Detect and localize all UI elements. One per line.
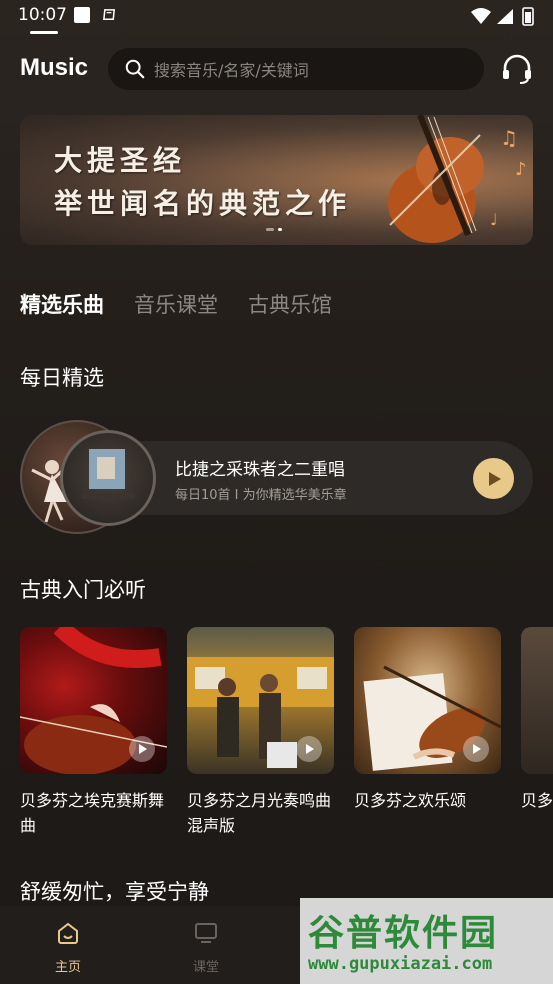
notification-icon bbox=[74, 7, 90, 23]
watermark-logo: 谷普软件园 www.gupuxiazai.com bbox=[300, 898, 553, 984]
play-icon bbox=[139, 744, 147, 754]
card-title: 贝多芬之埃克赛斯舞曲 bbox=[20, 791, 165, 835]
card-play-button[interactable] bbox=[129, 736, 155, 762]
card-image-street-band bbox=[187, 627, 334, 774]
nav-label-home: 主页 bbox=[54, 960, 81, 975]
svg-text:♪: ♪ bbox=[515, 159, 527, 180]
nav-label-classroom: 课堂 bbox=[192, 960, 219, 975]
card-play-button[interactable] bbox=[463, 736, 489, 762]
tab-music-class[interactable]: 音乐课堂 bbox=[134, 289, 218, 319]
active-tab-indicator bbox=[30, 31, 58, 34]
home-icon bbox=[58, 922, 78, 944]
cello-illustration: ♫ ♪ ♩ bbox=[388, 115, 527, 243]
card-image-violin-sheet bbox=[354, 627, 501, 774]
status-time: 10:07 bbox=[18, 5, 67, 25]
nav-item-classroom[interactable]: 课堂 bbox=[176, 920, 236, 975]
record-image bbox=[81, 449, 135, 499]
tab-classical-hall[interactable]: 古典乐馆 bbox=[248, 289, 332, 319]
card-image-partial bbox=[521, 627, 553, 774]
search-bar[interactable]: 搜索音乐/名家/关键词 bbox=[108, 48, 484, 90]
card-title: 贝多芬之乐第 bbox=[521, 791, 553, 810]
headset-icon[interactable] bbox=[500, 52, 534, 86]
classic-card[interactable]: 贝多芬之欢乐颂 bbox=[354, 627, 501, 813]
pagination-dot-active bbox=[278, 228, 282, 231]
classic-card[interactable]: 贝多芬之月光奏鸣曲混声版 bbox=[187, 627, 334, 838]
banner-title: 大提圣经 bbox=[54, 144, 187, 177]
daily-track-title: 比捷之采珠者之二重唱 bbox=[175, 460, 345, 480]
status-bar: 10:07 bbox=[0, 0, 553, 32]
play-icon bbox=[488, 471, 501, 486]
album-cover-record bbox=[60, 430, 156, 526]
section-title-classics: 古典入门必听 bbox=[20, 578, 146, 602]
classic-card-partial[interactable]: 贝多芬之乐第 bbox=[521, 627, 553, 813]
card-image-violin-red bbox=[20, 627, 167, 774]
classroom-icon bbox=[195, 923, 217, 943]
banner-pagination bbox=[266, 228, 282, 231]
signal-battery-icons bbox=[471, 7, 534, 26]
svg-text:♩: ♩ bbox=[490, 210, 498, 229]
tab-featured[interactable]: 精选乐曲 bbox=[20, 289, 104, 319]
pagination-dot bbox=[266, 228, 274, 231]
play-icon bbox=[473, 744, 481, 754]
daily-track-subtitle: 每日10首 I 为你精选华美乐章 bbox=[175, 488, 347, 503]
watermark-title: 谷普软件园 bbox=[308, 913, 499, 954]
section-title-relax: 舒缓匆忙，享受宁静 bbox=[20, 880, 209, 904]
classic-card[interactable]: 贝多芬之埃克赛斯舞曲 bbox=[20, 627, 167, 838]
svg-text:♫: ♫ bbox=[500, 126, 518, 150]
banner-subtitle: 举世闻名的典范之作 bbox=[54, 187, 352, 220]
search-placeholder: 搜索音乐/名家/关键词 bbox=[154, 61, 309, 80]
app-notification-icon bbox=[103, 9, 116, 20]
category-tabs: 精选乐曲 音乐课堂 古典乐馆 bbox=[20, 289, 362, 319]
daily-play-button[interactable] bbox=[473, 458, 514, 499]
promo-banner[interactable]: 大提圣经 举世闻名的典范之作 ♫ ♪ ♩ bbox=[20, 115, 533, 245]
search-icon bbox=[125, 59, 145, 79]
watermark-url: www.gupuxiazai.com bbox=[308, 954, 493, 974]
card-play-button[interactable] bbox=[296, 736, 322, 762]
card-title: 贝多芬之欢乐颂 bbox=[354, 791, 467, 810]
card-title: 贝多芬之月光奏鸣曲混声版 bbox=[187, 791, 332, 835]
section-title-daily: 每日精选 bbox=[20, 366, 104, 390]
nav-item-home[interactable]: 主页 bbox=[38, 920, 98, 975]
play-icon bbox=[306, 744, 314, 754]
app-brand: Music bbox=[20, 54, 89, 81]
